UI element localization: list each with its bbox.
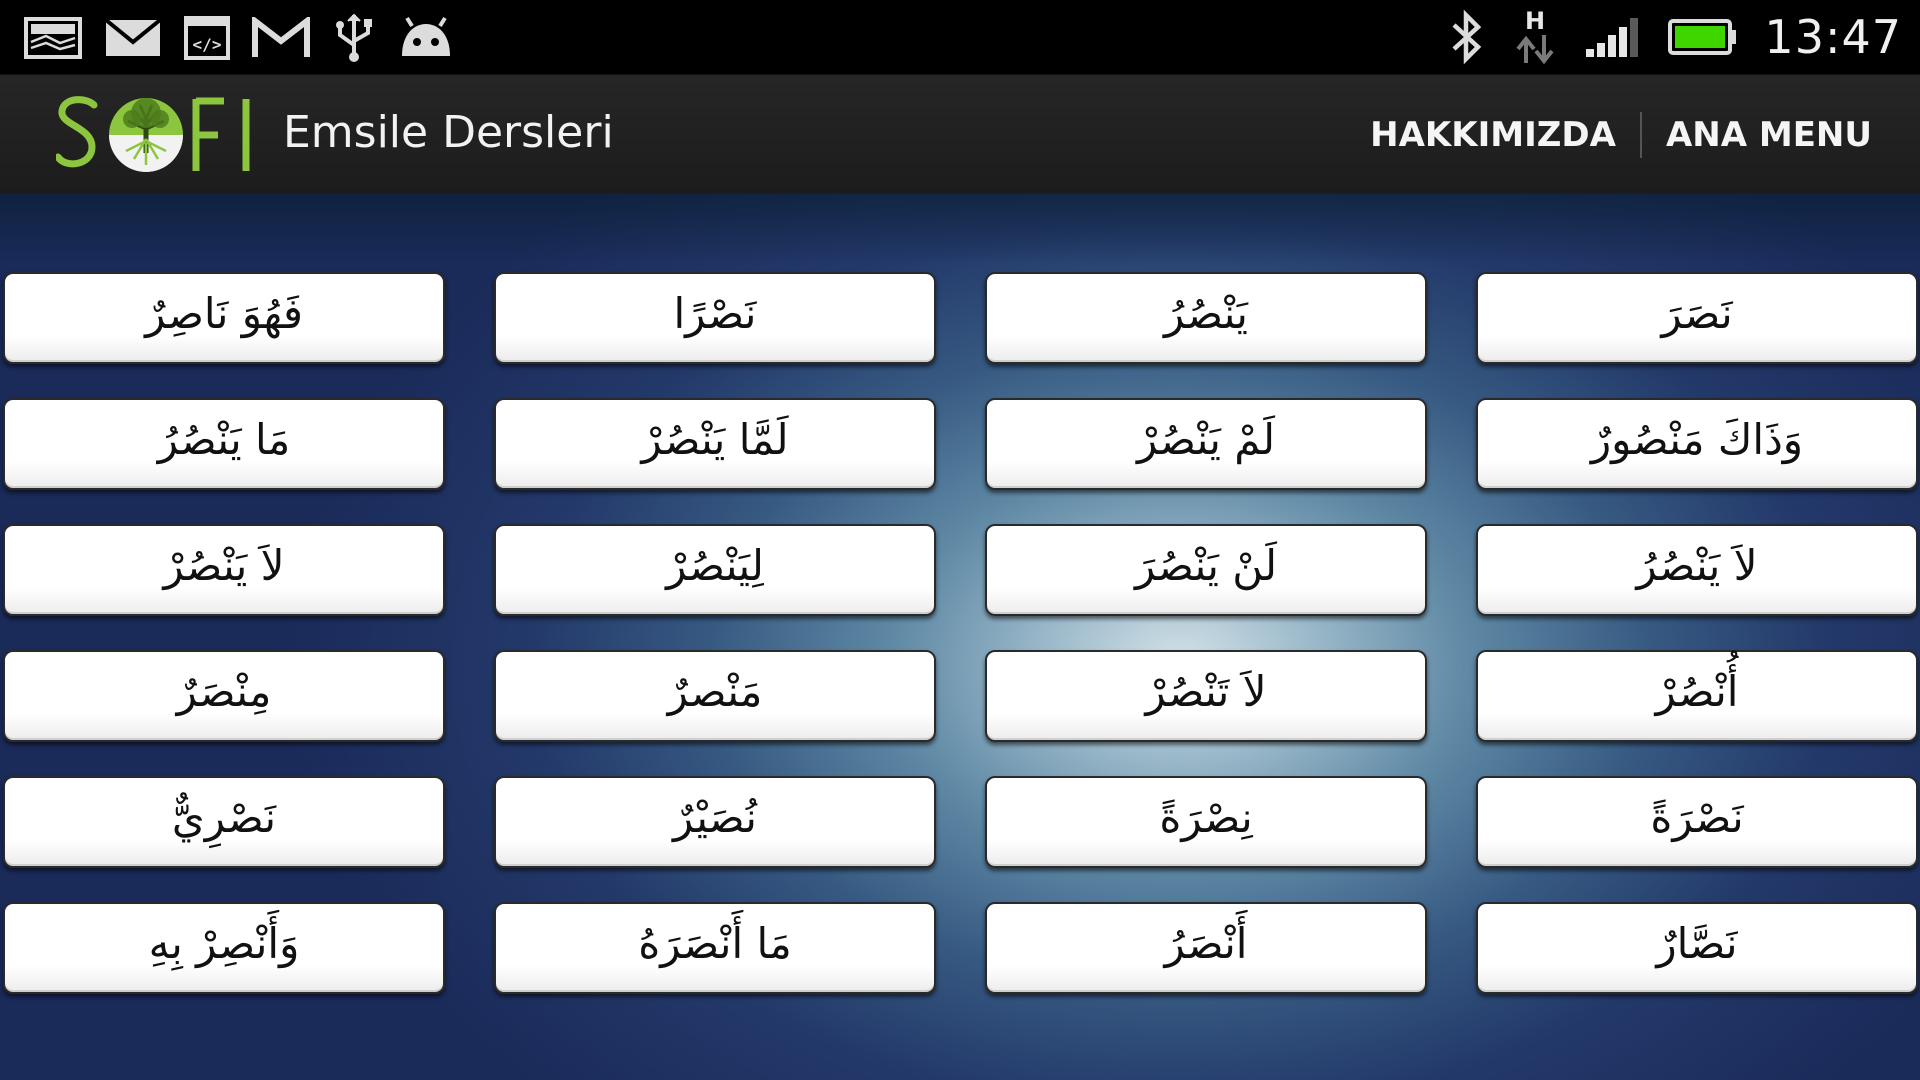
emsile-word: لَنْ يَنْصُرَ [1134, 541, 1278, 590]
emsile-word: أَنْصَرُ [1164, 919, 1248, 968]
action-bar-menu: HAKKIMIZDA ANA MENU [1346, 107, 1896, 163]
emsile-word: لاَ يَنْصُرُ [1636, 541, 1758, 590]
emsile-word: لَمْ يَنْصُرْ [1136, 415, 1276, 464]
screen: </> H 13:47 Emsile Dersleri HAKKIMIZDA A… [0, 0, 1920, 1080]
emsile-button[interactable]: نُصَيْرٌ [494, 776, 936, 868]
page-title: Emsile Dersleri [283, 107, 614, 158]
emsile-button[interactable]: مَنْصرٌ [494, 650, 936, 742]
action-bar: Emsile Dersleri HAKKIMIZDA ANA MENU [0, 74, 1920, 195]
emsile-button[interactable]: لَمْ يَنْصُرْ [985, 398, 1427, 490]
lesson-content: فَهُوَ نَاصِرٌ نَصْرًا يَنْصُرُ نَصَرَ م… [0, 194, 1920, 1080]
emsile-button[interactable]: لاَ تَنْصُرْ [985, 650, 1427, 742]
data-hspa-icon: H [1516, 7, 1554, 65]
emsile-button[interactable]: وَذَاكَ مَنْصُورٌ [1476, 398, 1918, 490]
emsile-word: لاَ يَنْصُرْ [163, 541, 285, 590]
emsile-word: نَصْرِيٌّ [171, 793, 277, 842]
emsile-word: نُصَيْرٌ [673, 793, 757, 842]
emsile-word: نَصْرًا [673, 289, 757, 338]
emsile-button[interactable]: لَنْ يَنْصُرَ [985, 524, 1427, 616]
emsile-word: مَا يَنْصُرُ [157, 415, 291, 464]
emsile-word: فَهُوَ نَاصِرٌ [145, 289, 303, 338]
signal-icon [1586, 18, 1639, 57]
emsile-word: وَأَنْصِرْ بِهِ [148, 919, 300, 968]
emsile-button[interactable]: لِيَنْصُرْ [494, 524, 936, 616]
emsile-button[interactable]: نَصْرًا [494, 272, 936, 364]
emsile-word: مَنْصرٌ [667, 667, 763, 716]
usb-icon [336, 13, 372, 62]
email-icon [104, 18, 162, 56]
emsile-button[interactable]: يَنْصُرُ [985, 272, 1427, 364]
bluetooth-icon [1452, 9, 1482, 65]
emsile-word: لاَ تَنْصُرْ [1145, 667, 1267, 716]
emsile-button[interactable]: وَأَنْصِرْ بِهِ [3, 902, 445, 994]
svg-text:</>: </> [193, 35, 222, 54]
emsile-button[interactable]: فَهُوَ نَاصِرٌ [3, 272, 445, 364]
emsile-word: نَصَّارٌ [1656, 919, 1738, 968]
emsile-word: وَذَاكَ مَنْصُورٌ [1590, 415, 1804, 464]
system-icons: H 13:47 [1446, 7, 1902, 66]
emsile-button[interactable]: لاَ يَنْصُرْ [3, 524, 445, 616]
emsile-word: يَنْصُرُ [1164, 289, 1248, 338]
emsile-button[interactable]: مِنْصَرٌ [3, 650, 445, 742]
emsile-button[interactable]: نِصْرَةً [985, 776, 1427, 868]
emsile-button[interactable]: مَا أَنْصَرَهُ [494, 902, 936, 994]
gallery-icon [24, 17, 82, 59]
about-us-button[interactable]: HAKKIMIZDA [1346, 115, 1640, 155]
data-type-label: H [1525, 7, 1545, 35]
emsile-word: لَمَّا يَنْصُرْ [641, 415, 789, 464]
emsile-button[interactable]: لَمَّا يَنْصُرْ [494, 398, 936, 490]
android-debug-icon [402, 16, 450, 56]
emsile-word: نَصَرَ [1661, 289, 1733, 338]
emsile-grid: فَهُوَ نَاصِرٌ نَصْرًا يَنْصُرُ نَصَرَ م… [3, 272, 1918, 994]
emsile-button[interactable]: أَنْصَرُ [985, 902, 1427, 994]
emsile-word: مِنْصَرٌ [176, 667, 272, 716]
status-bar: </> H 13:47 [0, 0, 1920, 74]
gmail-icon [252, 17, 310, 57]
emsile-button[interactable]: أُنْصُرْ [1476, 650, 1918, 742]
emsile-word: لِيَنْصُرْ [666, 541, 764, 590]
emsile-button[interactable]: نَصْرَةً [1476, 776, 1918, 868]
emsile-button[interactable]: لاَ يَنْصُرُ [1476, 524, 1918, 616]
emsile-word: مَا أَنْصَرَهُ [638, 919, 792, 968]
developer-code-icon: </> [184, 16, 230, 60]
battery-icon [1668, 19, 1737, 55]
main-menu-button[interactable]: ANA MENU [1642, 115, 1896, 155]
emsile-word: نِصْرَةً [1159, 793, 1253, 842]
emsile-button[interactable]: نَصَرَ [1476, 272, 1918, 364]
emsile-button[interactable]: نَصْرِيٌّ [3, 776, 445, 868]
emsile-button[interactable]: مَا يَنْصُرُ [3, 398, 445, 490]
emsile-word: نَصْرَةً [1650, 793, 1744, 842]
status-clock: 13:47 [1764, 10, 1902, 64]
notification-icons: </> [24, 13, 454, 62]
emsile-word: أُنْصُرْ [1655, 667, 1739, 716]
emsile-button[interactable]: نَصَّارٌ [1476, 902, 1918, 994]
sofi-logo[interactable] [56, 89, 252, 179]
